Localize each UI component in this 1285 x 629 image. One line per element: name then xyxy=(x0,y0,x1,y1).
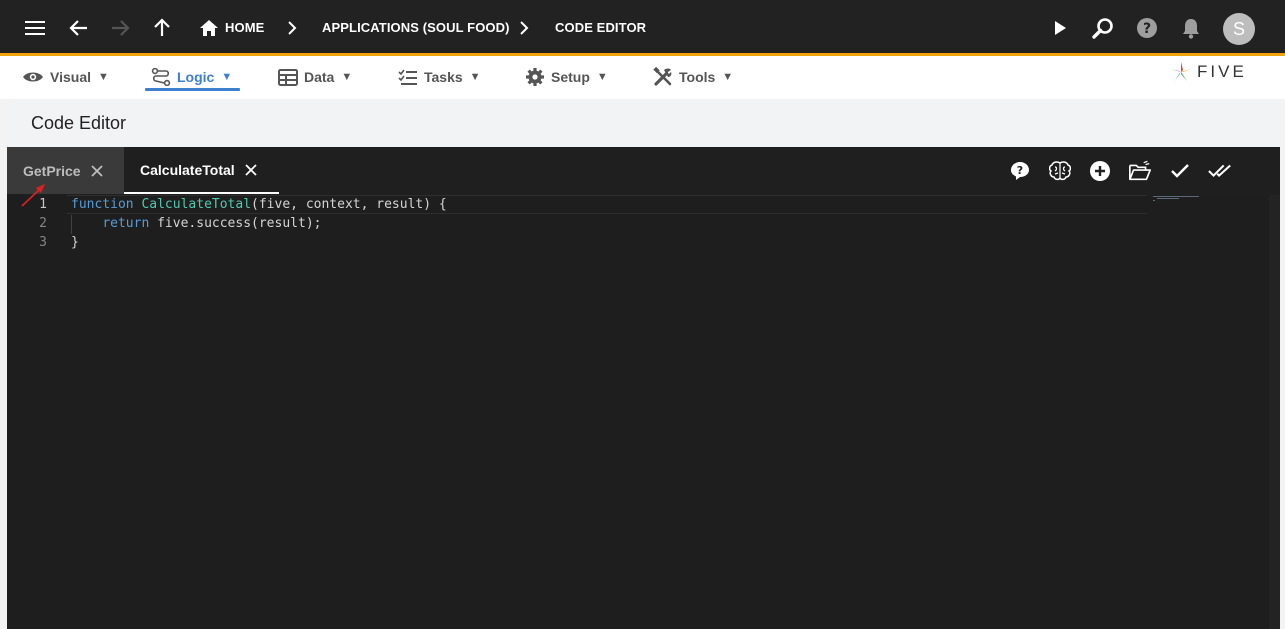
code-line-2[interactable]: return five.success(result); xyxy=(71,216,321,231)
close-icon[interactable] xyxy=(90,164,103,177)
tasks-icon xyxy=(398,69,417,85)
menu-data-label: Data xyxy=(304,69,335,85)
table-icon xyxy=(278,68,298,86)
code-text: } xyxy=(71,235,79,250)
five-logo: FIVE xyxy=(1170,59,1262,85)
chevron-right-icon xyxy=(512,16,536,40)
check-icon[interactable] xyxy=(1168,159,1192,183)
frame-left-border xyxy=(0,99,7,629)
up-arrow-icon[interactable] xyxy=(150,16,174,40)
editor-scrollbar[interactable] xyxy=(1269,195,1280,629)
menu-tasks[interactable]: Tasks ▼ xyxy=(398,64,481,90)
main-menu-bar: Visual ▼ Logic ▼ Data ▼ Tasks ▼ Setup ▼ … xyxy=(0,56,1285,99)
svg-text:?: ? xyxy=(1143,21,1151,37)
logic-icon xyxy=(151,68,171,86)
editor-tab-strip: GetPrice CalculateTotal ? xyxy=(7,147,1280,195)
breadcrumb-applications[interactable]: APPLICATIONS (SOUL FOOD) xyxy=(322,20,510,35)
minimap-line xyxy=(1153,200,1155,201)
chevron-down-icon: ▼ xyxy=(221,71,233,83)
menu-tasks-label: Tasks xyxy=(424,69,463,85)
tab-calculatetotal-label: CalculateTotal xyxy=(140,161,235,178)
breadcrumb-home[interactable]: HOME xyxy=(225,20,264,35)
frame-right-border xyxy=(1280,99,1285,629)
line-number: 2 xyxy=(39,216,47,231)
menu-setup-label: Setup xyxy=(551,69,590,85)
menu-logic[interactable]: Logic ▼ xyxy=(151,64,232,90)
open-folder-icon[interactable] xyxy=(1128,159,1152,183)
add-circle-icon[interactable] xyxy=(1088,159,1112,183)
annotation-arrow xyxy=(21,184,45,207)
minimap-line xyxy=(1157,198,1179,199)
logo-text: FIVE xyxy=(1197,62,1247,81)
chevron-down-icon: ▼ xyxy=(341,71,353,83)
eye-icon xyxy=(23,72,43,82)
menu-data[interactable]: Data ▼ xyxy=(278,64,352,90)
menu-tools[interactable]: Tools ▼ xyxy=(653,64,733,90)
play-icon[interactable] xyxy=(1048,16,1072,40)
code-line-3[interactable]: } xyxy=(71,235,79,250)
svg-text:?: ? xyxy=(1017,164,1023,177)
tools-icon xyxy=(653,67,672,86)
page-header: Code Editor xyxy=(7,99,1280,147)
line-number: 3 xyxy=(39,235,47,250)
code-keyword: function xyxy=(71,197,134,212)
code-text: (five, context, result) { xyxy=(251,197,447,212)
five-logo-icon xyxy=(1171,62,1191,81)
active-menu-indicator xyxy=(145,88,240,91)
home-icon[interactable] xyxy=(197,16,221,40)
double-check-icon[interactable] xyxy=(1208,159,1232,183)
menu-logic-label: Logic xyxy=(177,69,215,85)
code-function-name: CalculateTotal xyxy=(141,197,252,212)
code-text: five.success(result); xyxy=(149,216,322,231)
top-app-bar: HOME APPLICATIONS (SOUL FOOD) CODE EDITO… xyxy=(0,0,1285,56)
back-arrow-icon[interactable] xyxy=(67,16,91,40)
menu-icon[interactable] xyxy=(23,16,47,40)
breadcrumb-code-editor: CODE EDITOR xyxy=(555,20,647,35)
chevron-down-icon: ▼ xyxy=(596,71,608,83)
code-line-1[interactable]: function CalculateTotal(five, context, r… xyxy=(71,197,447,212)
menu-visual[interactable]: Visual ▼ xyxy=(22,64,109,90)
chevron-right-icon xyxy=(280,16,304,40)
avatar[interactable]: S xyxy=(1223,13,1255,45)
minimap[interactable] xyxy=(1153,195,1203,203)
gear-icon xyxy=(526,68,544,86)
menu-visual-label: Visual xyxy=(50,69,91,85)
bell-icon[interactable] xyxy=(1179,16,1203,40)
tab-calculatetotal[interactable]: CalculateTotal xyxy=(124,147,279,194)
brain-icon[interactable] xyxy=(1048,159,1072,183)
forward-arrow-icon xyxy=(108,16,132,40)
chevron-down-icon: ▼ xyxy=(722,71,734,83)
code-keyword: return xyxy=(102,216,150,231)
menu-setup[interactable]: Setup ▼ xyxy=(525,64,608,90)
minimap-line xyxy=(1153,196,1199,197)
page-title: Code Editor xyxy=(31,113,127,133)
search-icon[interactable] xyxy=(1091,16,1115,40)
menu-tools-label: Tools xyxy=(679,69,716,85)
chevron-down-icon: ▼ xyxy=(98,71,109,83)
chevron-down-icon: ▼ xyxy=(469,71,481,83)
help-icon[interactable]: ? xyxy=(1135,16,1159,40)
help-bubble-icon[interactable]: ? xyxy=(1008,159,1032,183)
close-icon[interactable] xyxy=(245,163,257,176)
code-editor[interactable]: 1 2 3 function CalculateTotal(five, cont… xyxy=(7,195,1280,629)
